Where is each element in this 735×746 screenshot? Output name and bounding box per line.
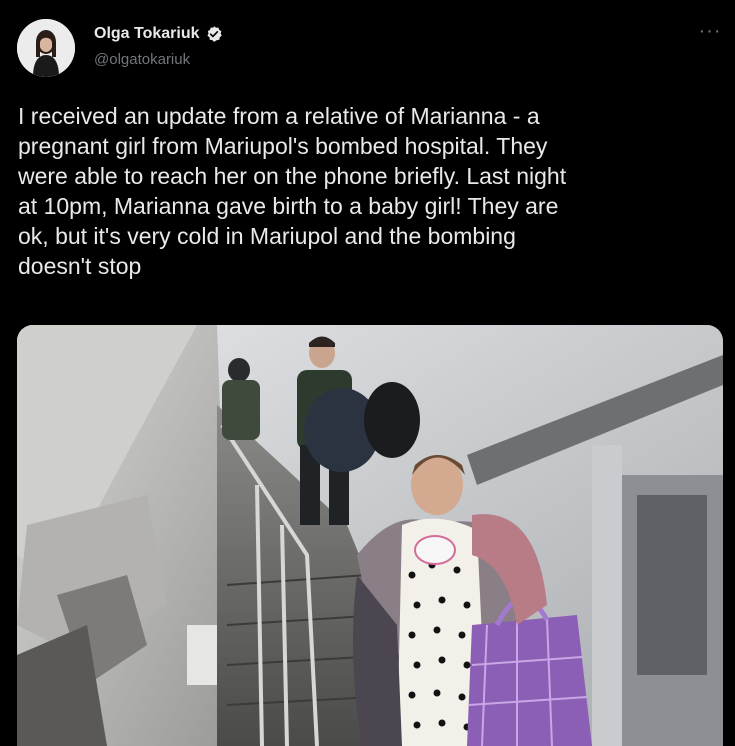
author-avatar[interactable] bbox=[17, 19, 75, 77]
verified-badge-icon bbox=[205, 25, 223, 43]
photo-scene bbox=[17, 325, 723, 746]
tweet: Olga Tokariuk @olgatokariuk ··· I receiv… bbox=[0, 0, 735, 746]
author-name-row: Olga Tokariuk bbox=[94, 25, 223, 43]
author-handle[interactable]: @olgatokariuk bbox=[94, 51, 190, 68]
tweet-text: I received an update from a relative of … bbox=[18, 103, 567, 279]
avatar-photo bbox=[17, 19, 75, 77]
author-display-name[interactable]: Olga Tokariuk bbox=[94, 25, 200, 43]
tweet-photo[interactable] bbox=[17, 325, 723, 746]
more-options-icon[interactable]: ··· bbox=[694, 21, 726, 46]
